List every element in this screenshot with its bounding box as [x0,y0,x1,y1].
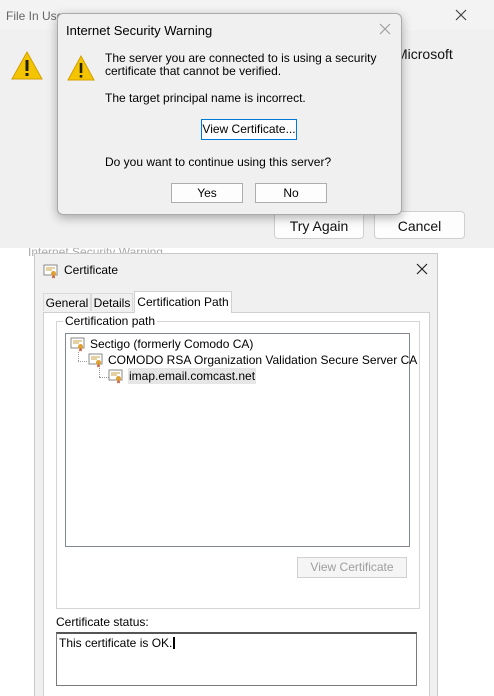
file-in-use-title: File In Use [6,9,64,23]
close-icon[interactable] [452,6,470,24]
certificate-icon [70,337,85,352]
certificate-status-box[interactable]: This certificate is OK. [56,632,417,686]
certificate-icon [43,264,58,279]
tab-details[interactable]: Details [91,293,133,311]
tab-certification-path[interactable]: Certification Path [134,291,232,313]
try-again-button[interactable]: Try Again [274,211,364,239]
certification-path-group: Certification path Sectigo (formerly Com [56,314,420,609]
certificate-status-label: Certificate status: [56,615,149,629]
warning-detail: The target principal name is incorrect. [105,91,306,105]
internet-security-warning-dialog: Internet Security Warning The server you… [57,13,402,215]
certificate-icon [108,369,123,384]
view-certificate-button[interactable]: View Certificate... [201,119,297,140]
continue-question: Do you want to continue using this serve… [105,155,332,169]
no-button[interactable]: No [255,183,327,203]
certification-path-tree[interactable]: Sectigo (formerly Comodo CA) COMODO RSA … [65,333,417,547]
text-caret [173,637,176,649]
tree-item-label: imap.email.comcast.net [128,368,257,384]
certification-path-panel: Certification path Sectigo (formerly Com [43,312,430,696]
close-icon[interactable] [414,261,430,277]
close-icon[interactable] [378,22,392,36]
certificate-title: Certificate [64,263,119,277]
tab-general[interactable]: General [43,293,91,311]
tree-item-label: COMODO RSA Organization Validation Secur… [108,353,418,367]
warning-icon [67,54,95,81]
yes-button[interactable]: Yes [171,183,243,203]
status-text-value: This certificate is OK. [59,636,173,650]
warning-message: The server you are connected to is using… [105,51,377,78]
cancel-button[interactable]: Cancel [374,211,465,239]
warning-icon [11,50,43,80]
certification-path-label: Certification path [63,314,158,328]
microsoft-text-fragment: Microsoft [396,46,453,62]
dialog-title: Internet Security Warning [66,23,213,38]
tree-item-label: Sectigo (formerly Comodo CA) [90,337,254,351]
certificate-icon [88,353,103,368]
certificate-dialog: Certificate General Details Certificatio… [34,253,438,696]
view-certificate-button[interactable]: View Certificate [297,557,407,578]
certificate-status-text: This certificate is OK. [59,636,176,650]
